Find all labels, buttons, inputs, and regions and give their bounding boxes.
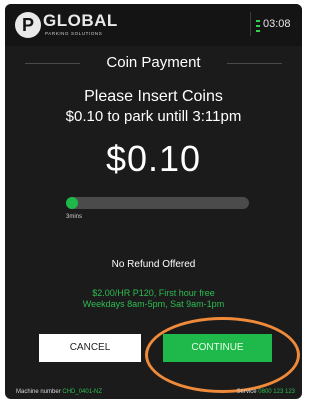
service-phone: 0800 123 123 bbox=[258, 389, 295, 395]
header-divider bbox=[250, 12, 251, 36]
instruction-detail: $0.10 to park untill 3:11pm bbox=[65, 108, 242, 125]
rate-info-line2: Weekdays 8am-5pm, Sat 9am-1pm bbox=[82, 299, 225, 309]
instruction-text: Please Insert Coins bbox=[84, 88, 223, 105]
highlight-circle bbox=[145, 317, 300, 393]
brand-subtitle: PARKING SOLUTIONS bbox=[45, 31, 103, 36]
time-progress-bar bbox=[66, 197, 249, 209]
service-contact: Service 0800 123 123 bbox=[237, 389, 295, 395]
brand-name: GLOBAL bbox=[43, 11, 118, 30]
refund-notice: No Refund Offered bbox=[111, 259, 196, 270]
rate-info-line1: $2.00/HR P120, First hour free bbox=[92, 288, 215, 298]
service-label: Service bbox=[236, 389, 257, 395]
time-progress-fill bbox=[66, 197, 78, 209]
signal-icon bbox=[256, 20, 260, 32]
cancel-button[interactable]: CANCEL bbox=[39, 334, 141, 362]
title-row: Coin Payment bbox=[5, 48, 302, 78]
machine-number-value: CHD_0401-NZ bbox=[62, 389, 103, 395]
machine-number: Machine number CHD_0401-NZ bbox=[16, 389, 102, 395]
machine-number-label: Machine number bbox=[16, 389, 61, 395]
top-bar: P GLOBAL PARKING SOLUTIONS 03:08 bbox=[5, 4, 302, 46]
title-rule-right bbox=[227, 63, 282, 64]
amount-display: $0.10 bbox=[105, 138, 202, 179]
parking-meter-screen: P GLOBAL PARKING SOLUTIONS 03:08 Coin Pa… bbox=[5, 4, 302, 399]
clock: 03:08 bbox=[263, 18, 291, 30]
time-progress-label: 3mins bbox=[66, 214, 83, 220]
logo-icon: P bbox=[15, 12, 41, 38]
